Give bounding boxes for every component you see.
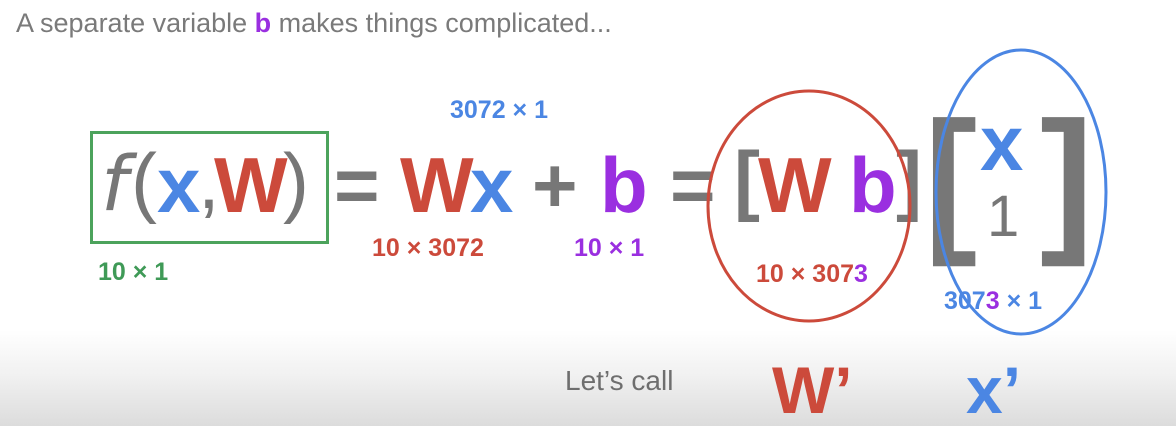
x-prime: x’ [966, 353, 1022, 427]
x-prime-circle [934, 48, 1108, 336]
W-prime: W’ [772, 353, 853, 427]
lets-call-label: Let’s call [565, 365, 674, 396]
W-prime-circle [706, 89, 912, 323]
